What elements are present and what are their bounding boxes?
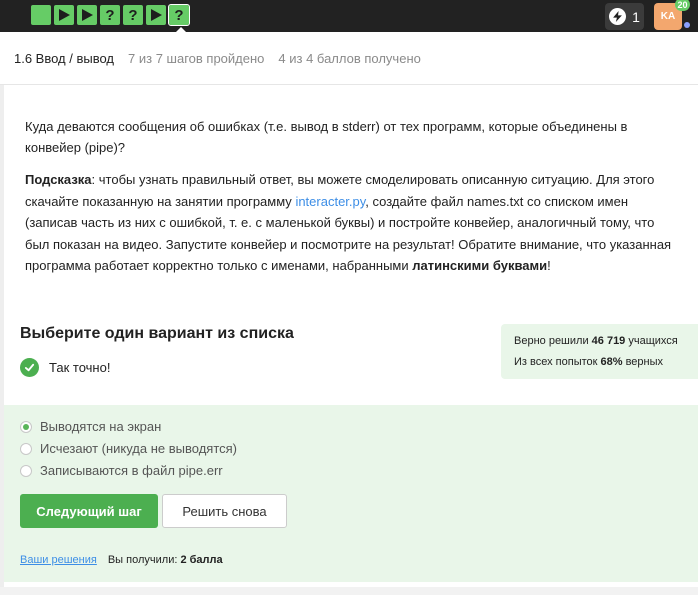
attempts-prefix: Из всех попыток: [514, 356, 601, 368]
lightning-icon: [609, 8, 627, 25]
option-label: Записываются в файл pipe.err: [40, 463, 223, 478]
play-icon: [59, 9, 70, 21]
step-5-quiz[interactable]: ?: [123, 5, 143, 25]
top-bar: ? ? ? 1 KA 20: [0, 0, 698, 33]
score-label: Вы получили:: [107, 554, 181, 566]
question-icon: ?: [128, 6, 138, 24]
solutions-row: Ваши решения Вы получили: 2 балла: [20, 554, 223, 566]
attempts-percent: 68%: [600, 356, 623, 368]
lesson-title[interactable]: 1.6 Ввод / вывод: [14, 51, 114, 66]
option-1[interactable]: Выводятся на экран: [20, 419, 161, 434]
step-1-text[interactable]: [31, 5, 51, 25]
energy-button[interactable]: 1: [605, 3, 644, 30]
attempts-suffix: верных: [622, 356, 664, 368]
score-value: 2 балла: [180, 554, 223, 566]
choose-title: Выберите один вариант из списка: [20, 325, 294, 342]
avatar-badge: 20: [675, 0, 690, 11]
feedback-text: Так точно!: [49, 360, 111, 375]
status-dot: [684, 22, 690, 28]
hint-end: !: [547, 258, 551, 273]
step-6-video[interactable]: [146, 5, 166, 25]
interacter-link[interactable]: interacter.py: [295, 194, 365, 209]
radio-button[interactable]: [20, 420, 32, 433]
option-label: Выводятся на экран: [40, 419, 162, 434]
score-text: Вы получили: 2 балла: [108, 554, 223, 566]
step-7-quiz-current[interactable]: ?: [168, 4, 190, 26]
solved-suffix: учащихся: [625, 335, 678, 347]
energy-count: 1: [632, 8, 640, 25]
bottom-strip: [0, 587, 698, 595]
steps-progress: 7 из 7 шагов пройдено: [128, 50, 265, 66]
step-navigation: ? ? ?: [31, 4, 190, 26]
hint-paragraph: Подсказка: чтобы узнать правильный ответ…: [25, 169, 675, 277]
avatar-initials: KA: [660, 11, 676, 22]
radio-button[interactable]: [20, 464, 32, 477]
feedback-row: Так точно!: [20, 358, 110, 377]
radio-button[interactable]: [20, 442, 32, 455]
next-step-button[interactable]: Следующий шаг: [20, 494, 158, 528]
attempts-stat: Из всех попыток 68% верных: [514, 352, 698, 373]
option-label: Исчезают (никуда не выводятся): [40, 441, 238, 456]
step-4-quiz[interactable]: ?: [100, 5, 120, 25]
option-2[interactable]: Исчезают (никуда не выводятся): [20, 441, 237, 456]
retry-button[interactable]: Решить снова: [162, 494, 287, 528]
points-progress: 4 из 4 баллов получено: [278, 50, 421, 66]
solved-count: 46 719: [591, 335, 626, 347]
option-3[interactable]: Записываются в файл pipe.err: [20, 463, 223, 478]
answers-panel: Выводятся на экран Исчезают (никуда не в…: [4, 405, 698, 582]
question-text: Куда деваются сообщения об ошибках (т.е.…: [25, 119, 628, 155]
hint-label: Подсказка: [25, 172, 92, 187]
solved-prefix: Верно решили: [514, 335, 592, 347]
check-icon: [20, 358, 39, 377]
solved-stat: Верно решили 46 719 учащихся: [514, 331, 698, 352]
lesson-header: 1.6 Ввод / вывод 7 из 7 шагов пройдено 4…: [0, 32, 698, 85]
step-3-video[interactable]: [77, 5, 97, 25]
question-icon: ?: [174, 6, 184, 24]
play-icon: [151, 9, 162, 21]
your-solutions-link[interactable]: Ваши решения: [20, 554, 97, 566]
stats-panel: Верно решили 46 719 учащихся Из всех поп…: [501, 324, 698, 379]
step-2-video[interactable]: [54, 5, 74, 25]
hint-bold: латинскими буквами: [412, 258, 548, 273]
play-icon: [82, 9, 93, 21]
question-icon: ?: [105, 6, 115, 24]
